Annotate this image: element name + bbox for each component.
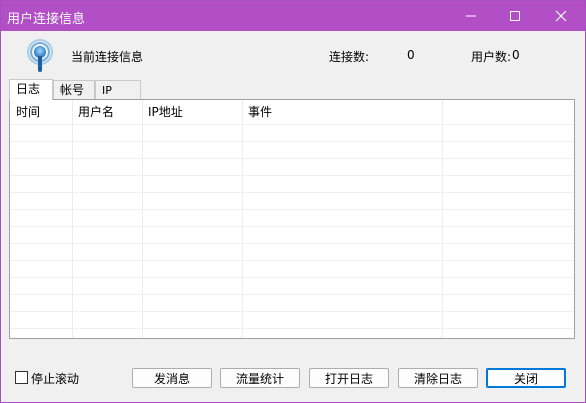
grid-row-line: [10, 226, 574, 227]
grid-row-line: [10, 277, 574, 278]
window-title: 用户连接信息: [7, 12, 86, 27]
open-log-button[interactable]: 打开日志: [309, 368, 389, 388]
maximize-button[interactable]: [493, 1, 537, 31]
grid-row-line: [10, 175, 574, 176]
users-value: 0: [512, 48, 520, 62]
minimize-button[interactable]: [449, 1, 493, 31]
grid-divider: [72, 100, 73, 338]
grid-row-line: [10, 260, 574, 261]
grid-row-line: [10, 141, 574, 142]
connections-value: 0: [407, 48, 415, 62]
footer-bar: 停止滚动 发消息 流量统计 打开日志 清除日志 关闭: [1, 361, 585, 401]
column-header-username[interactable]: 用户名: [72, 100, 142, 124]
grid-row-line: [10, 124, 574, 125]
stop-scroll-checkbox[interactable]: [15, 371, 28, 384]
tab-ip[interactable]: IP: [95, 80, 141, 99]
current-connection-label: 当前连接信息: [71, 50, 144, 64]
grid-row-line: [10, 192, 574, 193]
grid-row-line: [10, 311, 574, 312]
stop-scroll-label[interactable]: 停止滚动: [31, 370, 79, 387]
maximize-icon: [510, 11, 520, 21]
title-bar[interactable]: 用户连接信息: [1, 1, 585, 31]
log-table[interactable]: 时间 用户名 IP地址 事件: [9, 99, 575, 339]
users-label: 用户数:: [471, 50, 512, 64]
grid-divider: [442, 100, 443, 338]
connection-summary: 当前连接信息 连接数: 0 用户数: 0: [1, 31, 585, 79]
column-header-time[interactable]: 时间: [10, 100, 72, 124]
clear-log-button[interactable]: 清除日志: [398, 368, 478, 388]
user-connection-window: 用户连接信息 当前连接信息 连接数: 0 用户数: 0 日志 帐号 IP 时间 …: [0, 0, 586, 403]
wireless-signal-icon: [27, 39, 53, 72]
tab-log[interactable]: 日志: [9, 79, 53, 100]
column-header-ip[interactable]: IP地址: [142, 100, 242, 124]
grid-row-line: [10, 243, 574, 244]
send-message-button[interactable]: 发消息: [132, 368, 212, 388]
close-window-button[interactable]: [539, 1, 583, 31]
traffic-stats-button[interactable]: 流量统计: [220, 368, 300, 388]
grid-row-line: [10, 328, 574, 329]
grid-divider: [142, 100, 143, 338]
close-button[interactable]: 关闭: [486, 368, 566, 388]
grid-row-line: [10, 294, 574, 295]
grid-divider: [242, 100, 243, 338]
connections-label: 连接数:: [329, 50, 370, 64]
close-icon: [555, 10, 567, 22]
column-header-event[interactable]: 事件: [242, 100, 442, 124]
grid-row-line: [10, 158, 574, 159]
grid-row-line: [10, 209, 574, 210]
tab-account[interactable]: 帐号: [53, 80, 95, 99]
minimize-icon: [466, 15, 476, 17]
